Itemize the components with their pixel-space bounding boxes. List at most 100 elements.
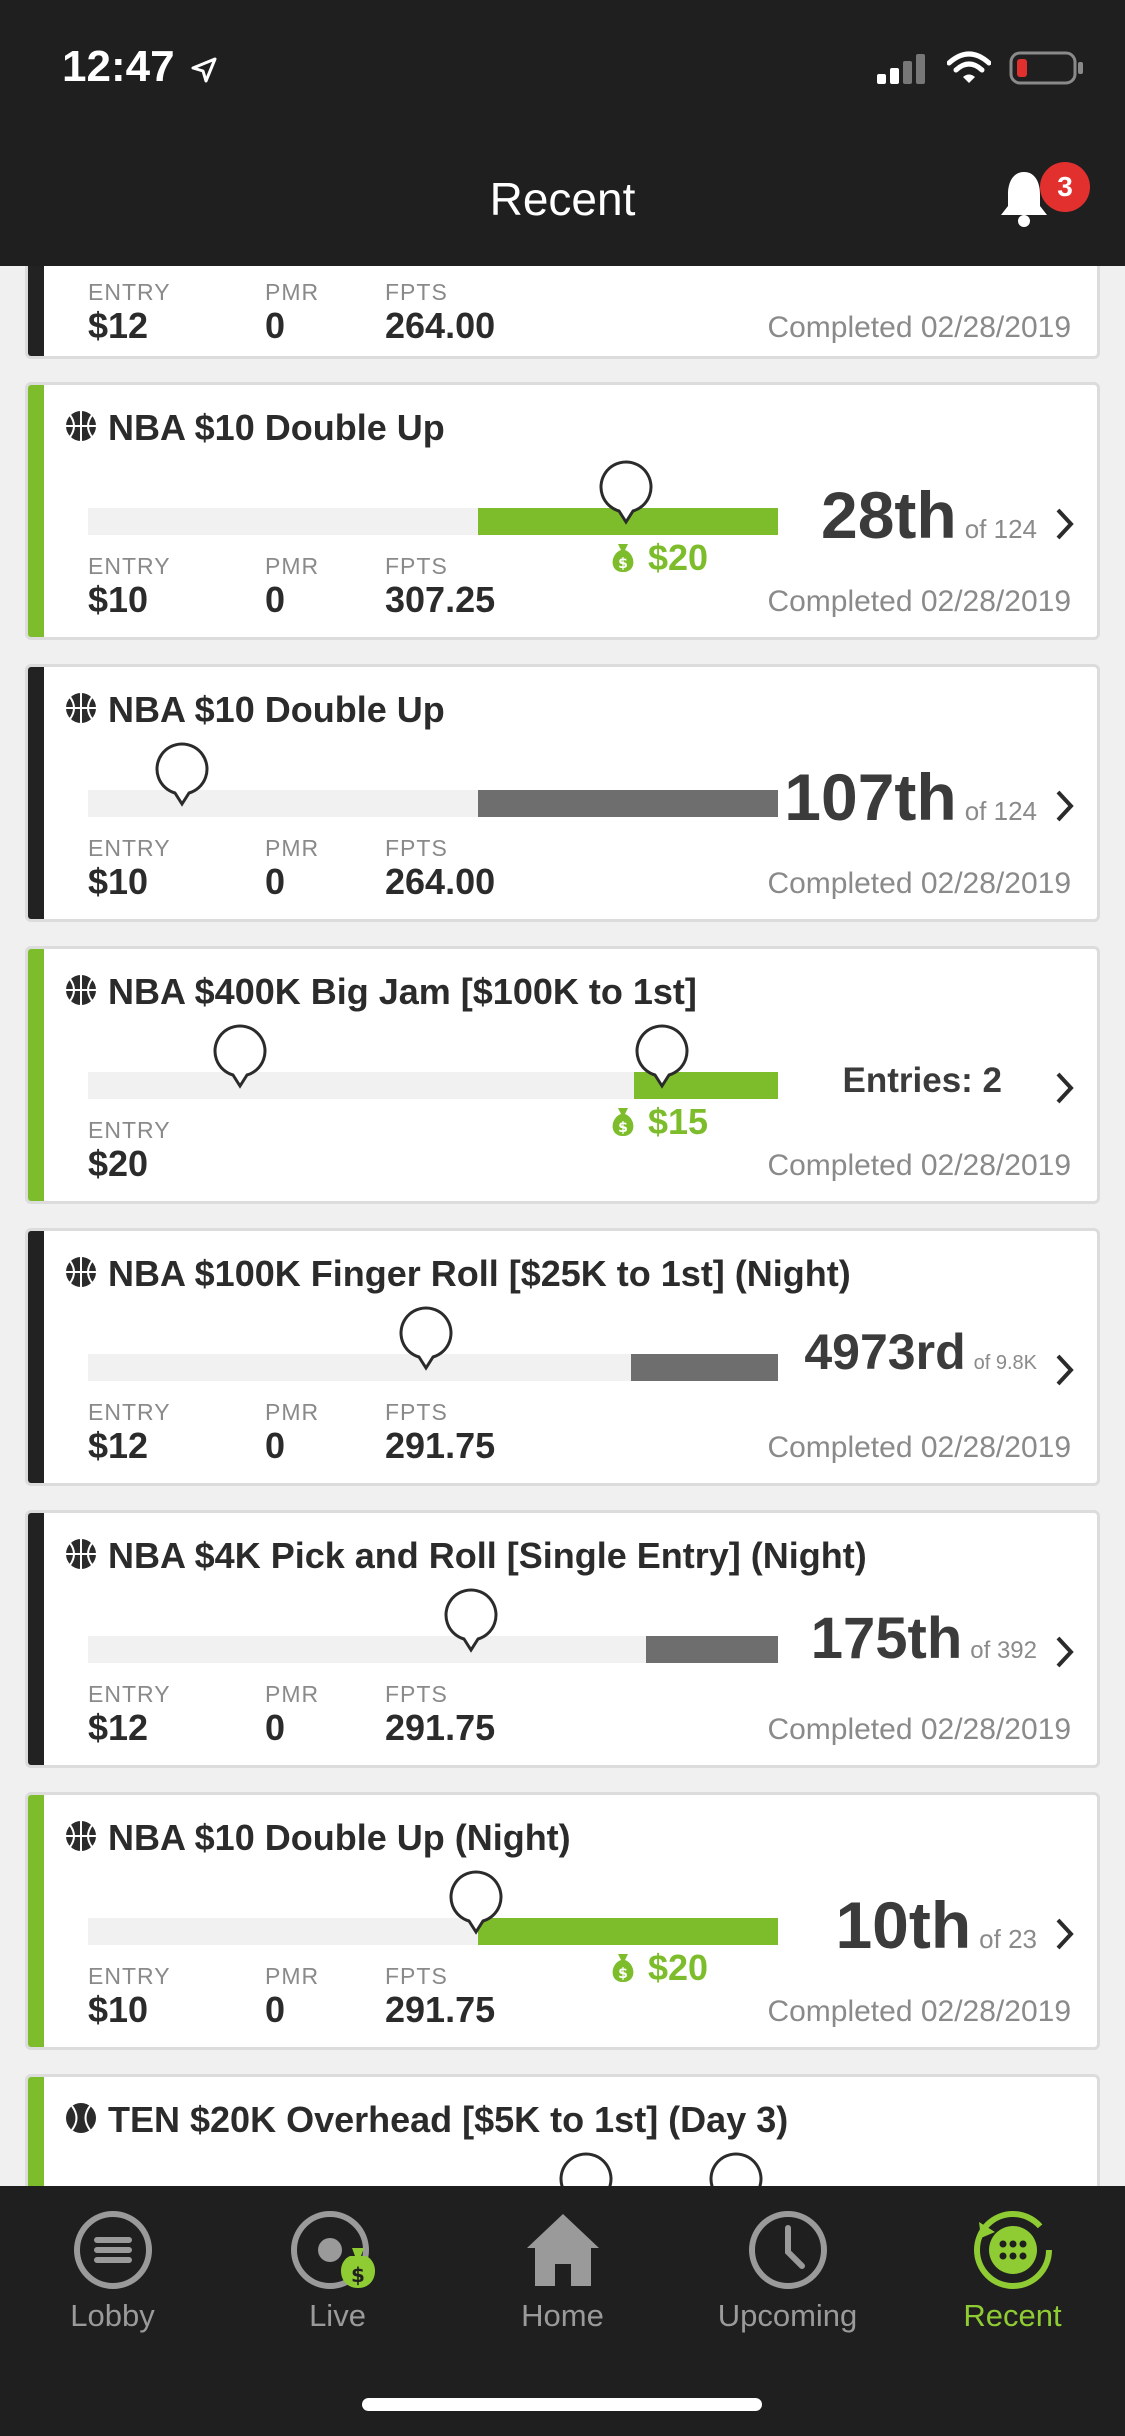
chevron-right-icon[interactable] <box>1055 1917 1075 1951</box>
position-marker <box>559 2152 613 2186</box>
rank-position: 175th <box>810 1606 963 1671</box>
tab-label: Upcoming <box>717 2298 858 2333</box>
tab-label: Lobby <box>70 2298 155 2333</box>
rank-position: 10th <box>835 1888 972 1962</box>
tab-label: Live <box>309 2298 366 2333</box>
svg-text:$: $ <box>618 556 628 572</box>
prize-amount: $ $20 <box>608 1947 708 1989</box>
svg-text:$: $ <box>618 1966 628 1982</box>
entry-label: ENTRY <box>88 1117 171 1143</box>
basketball-icon <box>66 1821 96 1851</box>
position-marker <box>709 2152 763 2186</box>
final-rank: 175th of 392 <box>811 1605 1037 1672</box>
money-bag-icon: $ <box>612 1108 634 1136</box>
home-indicator[interactable] <box>362 2398 762 2411</box>
tab-lobby[interactable]: Lobby <box>0 2208 225 2334</box>
completed-date: Completed 02/28/2019 <box>767 867 1071 900</box>
chevron-right-icon[interactable] <box>1055 1353 1075 1387</box>
completed-date: Completed 02/28/2019 <box>767 585 1071 618</box>
final-rank: 107th of 124 <box>784 759 1037 835</box>
basketball-icon <box>66 693 96 723</box>
contest-card[interactable]: NBA $4K Pick and Roll [Single Entry] (Ni… <box>25 1510 1100 1768</box>
tab-upcoming[interactable]: Upcoming <box>675 2208 900 2334</box>
tab-live[interactable]: $ Live <box>225 2208 450 2334</box>
rank-total: of 9.8K <box>973 1352 1037 1374</box>
rank-total: of 124 <box>964 796 1037 826</box>
pmr-label: PMR <box>265 835 320 861</box>
contest-card[interactable]: ENTRY $12 PMR 0 FPTS 264.00 Completed 02… <box>25 266 1100 359</box>
entry-label: ENTRY <box>88 1963 171 1989</box>
fpts-value: 307.25 <box>385 579 496 620</box>
pmr-label: PMR <box>265 279 320 305</box>
entry-value: $12 <box>88 1425 149 1466</box>
signal-icon <box>877 54 925 84</box>
non-payout-zone <box>646 1636 778 1663</box>
prize-value: $20 <box>648 1947 709 1988</box>
prize-value: $15 <box>648 1101 709 1142</box>
chevron-right-icon[interactable] <box>1055 507 1075 541</box>
basketball-icon <box>66 1257 96 1287</box>
entry-value: $20 <box>88 1143 149 1184</box>
tab-home[interactable]: Home <box>450 2208 675 2334</box>
tab-recent[interactable]: Recent <box>900 2208 1125 2334</box>
fpts-label: FPTS <box>385 1399 448 1425</box>
result-stripe <box>28 1795 44 2047</box>
result-stripe <box>28 1513 44 1765</box>
contest-title: TEN $20K Overhead [$5K to 1st] (Day 3) <box>108 2099 789 2140</box>
lobby-icon <box>73 2211 152 2289</box>
entry-label: ENTRY <box>88 553 171 579</box>
rank-total: of 392 <box>970 1637 1037 1664</box>
wifi-icon <box>947 51 991 83</box>
svg-text:$: $ <box>351 2263 365 2287</box>
fpts-value: 291.75 <box>385 1425 496 1466</box>
rank-position: 107th <box>784 760 957 834</box>
prize-amount: $ $15 <box>608 1101 708 1143</box>
position-marker <box>213 1024 267 1089</box>
location-arrow-icon <box>191 57 217 83</box>
pmr-label: PMR <box>265 553 320 579</box>
position-marker <box>444 1588 498 1653</box>
contest-card[interactable]: NBA $10 Double Up $ $20 28th of 124 ENTRY… <box>25 382 1100 640</box>
fpts-label: FPTS <box>385 279 448 305</box>
fpts-value: 291.75 <box>385 1989 496 2030</box>
progress-track <box>88 1636 778 1663</box>
final-rank: 10th of 23 <box>835 1887 1037 1963</box>
money-bag-icon: $ <box>612 1954 634 1982</box>
chevron-right-icon[interactable] <box>1055 1071 1075 1105</box>
contest-card[interactable]: NBA $10 Double Up 107th of 124 ENTRY $10 … <box>25 664 1100 922</box>
contest-title: NBA $400K Big Jam [$100K to 1st] <box>108 971 697 1012</box>
result-stripe <box>28 2077 44 2186</box>
contest-card[interactable]: NBA $400K Big Jam [$100K to 1st] $ $15 E… <box>25 946 1100 1204</box>
top-bar: 12:47 Recent 3 <box>0 0 1125 266</box>
fpts-value: 264.00 <box>385 305 496 346</box>
tab-label: Home <box>521 2298 604 2333</box>
completed-date: Completed 02/28/2019 <box>767 1713 1071 1746</box>
fpts-label: FPTS <box>385 553 448 579</box>
pmr-label: PMR <box>265 1681 320 1707</box>
basketball-icon <box>66 411 96 441</box>
pmr-value: 0 <box>265 305 286 346</box>
recent-contests-list[interactable]: ENTRY $12 PMR 0 FPTS 264.00 Completed 02… <box>0 266 1125 2186</box>
entry-value: $12 <box>88 1707 149 1748</box>
fpts-label: FPTS <box>385 1963 448 1989</box>
page-title: Recent <box>489 173 636 225</box>
pmr-value: 0 <box>265 1707 286 1748</box>
entry-label: ENTRY <box>88 1681 171 1707</box>
contest-title: NBA $100K Finger Roll [$25K to 1st] (Nig… <box>108 1253 851 1294</box>
fpts-value: 291.75 <box>385 1707 496 1748</box>
contest-card[interactable]: NBA $10 Double Up (Night) $ $20 10th of 2… <box>25 1792 1100 2050</box>
home-icon <box>526 2214 599 2286</box>
live-icon: $ <box>290 2211 375 2289</box>
contest-card[interactable]: NBA $100K Finger Roll [$25K to 1st] (Nig… <box>25 1228 1100 1486</box>
position-marker <box>635 1024 689 1089</box>
entry-label: ENTRY <box>88 279 171 305</box>
contest-title: NBA $10 Double Up (Night) <box>108 1817 571 1858</box>
pmr-label: PMR <box>265 1963 320 1989</box>
payout-zone <box>478 1918 778 1945</box>
contest-card[interactable]: TEN $20K Overhead [$5K to 1st] (Day 3) <box>25 2074 1100 2186</box>
chevron-right-icon[interactable] <box>1055 1635 1075 1669</box>
non-payout-zone <box>478 790 778 817</box>
notification-badge: 3 <box>1040 162 1090 212</box>
chevron-right-icon[interactable] <box>1055 789 1075 823</box>
status-time: 12:47 <box>62 42 175 91</box>
